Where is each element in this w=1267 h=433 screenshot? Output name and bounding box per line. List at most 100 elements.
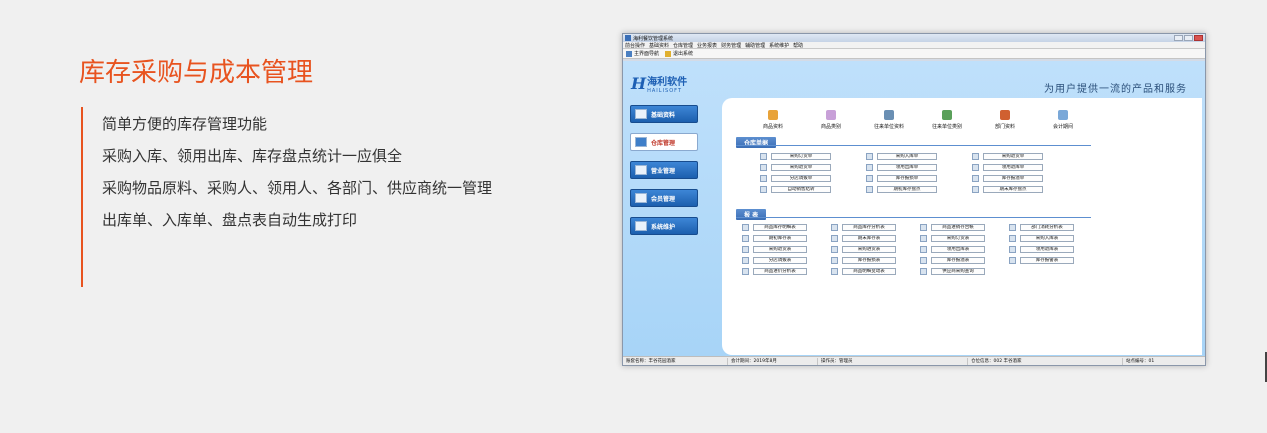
document-icon — [866, 174, 873, 182]
menu-item[interactable]: 前台操作 — [625, 42, 645, 49]
report-link[interactable]: 库存报警表 — [1009, 256, 1098, 264]
section-divider — [736, 217, 1091, 218]
status-period: 会计期间：2019年8月 — [728, 357, 818, 365]
window-titlebar: 海利餐饮管理系统 — [623, 34, 1205, 42]
doc-link[interactable]: 采购退货单 — [972, 152, 1078, 160]
nav-basic-data[interactable]: 基础资料 — [630, 105, 698, 123]
box-icon — [768, 110, 778, 120]
doc-link[interactable]: 领用退库单 — [972, 163, 1078, 171]
report-link[interactable]: 商品库存明细表 — [742, 223, 831, 231]
nav-label: 营业管理 — [651, 167, 676, 175]
report-icon — [742, 245, 749, 253]
shortcut-item[interactable]: 会计期间 — [1034, 110, 1092, 130]
maximize-icon[interactable] — [1184, 35, 1193, 41]
report-icon — [831, 267, 838, 275]
doc-label: 领用出库单 — [877, 163, 937, 171]
doc-link[interactable]: 采购退货单 — [760, 163, 866, 171]
report-label: 期末库存表 — [842, 234, 896, 242]
nav-system[interactable]: 系统维护 — [630, 217, 698, 235]
report-icon — [920, 256, 927, 264]
shortcut-item[interactable]: 商品类别 — [802, 110, 860, 130]
main-client-area: H 海利软件 HAILISOFT 为用户提供一流的产品和服务 基础资料 仓库管理… — [623, 61, 1205, 358]
doc-link[interactable]: 库存报溢单 — [972, 174, 1078, 182]
logo-en-text: HAILISOFT — [647, 88, 682, 94]
report-link[interactable]: 领用出库表 — [920, 245, 1009, 253]
document-icon — [972, 185, 979, 193]
screen-icon — [635, 165, 647, 175]
report-link[interactable]: 领用退库表 — [1009, 245, 1098, 253]
report-label: 商品库存分析表 — [842, 223, 896, 231]
report-link[interactable]: 采购订货表 — [920, 234, 1009, 242]
report-link[interactable]: 采购入库表 — [1009, 234, 1098, 242]
report-link[interactable]: 库存报溢表 — [920, 256, 1009, 264]
shortcut-item[interactable]: 商品资料 — [744, 110, 802, 130]
nav-label: 仓库管理 — [651, 139, 676, 147]
report-label: 商品库存明细表 — [753, 223, 807, 231]
report-icon — [1009, 234, 1016, 242]
menu-item[interactable]: 仓库管理 — [673, 42, 693, 49]
shortcut-label: 部门资料 — [994, 124, 1015, 130]
nav-member[interactable]: 会员管理 — [630, 189, 698, 207]
tools-icon — [635, 221, 647, 231]
doc-link[interactable]: 自动销售结转 — [760, 185, 866, 193]
doc-label: 分店调拨单 — [771, 174, 831, 182]
doc-link[interactable]: 库存报损单 — [866, 174, 972, 182]
report-link[interactable]: 期初库存表 — [742, 234, 831, 242]
menu-item[interactable]: 财务管理 — [721, 42, 741, 49]
status-station: 站点编号：01 — [1126, 358, 1155, 364]
shortcut-item[interactable]: 部门资料 — [976, 110, 1034, 130]
document-icon — [760, 152, 767, 160]
logo: H 海利软件 HAILISOFT — [631, 73, 687, 94]
shortcut-item[interactable]: 往来单位类别 — [918, 110, 976, 130]
doc-link[interactable]: 期末库存盘点 — [972, 185, 1078, 193]
books-icon — [942, 110, 952, 120]
feature-list: 简单方便的库存管理功能 采购入库、领用出库、库存盘点统计一应俱全 采购物品原料、… — [102, 112, 492, 240]
doc-label: 采购入库单 — [877, 152, 937, 160]
menu-item[interactable]: 辅助管理 — [745, 42, 765, 49]
exit-button[interactable]: 退出系统 — [665, 50, 693, 57]
nav-warehouse[interactable]: 仓库管理 — [630, 133, 698, 151]
shortcut-label: 商品资料 — [762, 124, 783, 130]
warehouse-icon — [635, 137, 647, 147]
minimize-icon[interactable] — [1174, 35, 1183, 41]
status-location: 仓位信息：002 丰谷酒家 — [968, 357, 1123, 365]
shortcut-label: 往来单位资料 — [873, 124, 904, 130]
report-link[interactable]: 商品库存分析表 — [831, 223, 920, 231]
report-link[interactable]: 分店调拨表 — [742, 256, 831, 264]
close-icon[interactable] — [1194, 35, 1203, 41]
report-label: 采购退货表 — [753, 245, 807, 253]
document-icon — [760, 163, 767, 171]
report-icon — [831, 234, 838, 242]
menu-item[interactable]: 业务报表 — [697, 42, 717, 49]
nav-business[interactable]: 营业管理 — [630, 161, 698, 179]
shortcut-item[interactable]: 往来单位资料 — [860, 110, 918, 130]
report-link[interactable]: 商品进销存台帐 — [920, 223, 1009, 231]
report-label: 商品进销存台帐 — [931, 223, 985, 231]
doc-link[interactable]: 期初库存盘点 — [866, 185, 972, 193]
doc-link[interactable]: 领用出库单 — [866, 163, 972, 171]
feature-item: 采购入库、领用出库、库存盘点统计一应俱全 — [102, 147, 403, 165]
report-link[interactable]: 期末库存表 — [831, 234, 920, 242]
report-label: 商品明细变动表 — [842, 267, 896, 275]
report-link[interactable]: 商品进价分析表 — [742, 267, 831, 275]
section-divider — [736, 145, 1091, 146]
menu-item[interactable]: 基础资料 — [649, 42, 669, 49]
document-icon — [972, 174, 979, 182]
calendar-icon — [1058, 110, 1068, 120]
report-link[interactable]: 采购退货表 — [742, 245, 831, 253]
app-window: 海利餐饮管理系统 前台操作 基础资料 仓库管理 业务报表 财务管理 辅助管理 系… — [622, 33, 1206, 366]
home-nav-button[interactable]: 主界面导航 — [626, 50, 659, 57]
doc-link[interactable]: 采购订货单 — [760, 152, 866, 160]
report-icon — [1009, 256, 1016, 264]
report-link[interactable]: 库存报损表 — [831, 256, 920, 264]
menu-item[interactable]: 系统维护 — [769, 42, 789, 49]
report-link[interactable]: 商品明细变动表 — [831, 267, 920, 275]
report-link[interactable]: 采购进货表 — [831, 245, 920, 253]
report-link[interactable]: 部门消耗分析表 — [1009, 223, 1098, 231]
doc-link[interactable]: 分店调拨单 — [760, 174, 866, 182]
menu-item[interactable]: 帮助 — [793, 42, 803, 49]
document-icon — [972, 152, 979, 160]
report-link[interactable]: 供应商采购查询 — [920, 267, 1009, 275]
logo-mark: H — [631, 74, 646, 93]
doc-link[interactable]: 采购入库单 — [866, 152, 972, 160]
